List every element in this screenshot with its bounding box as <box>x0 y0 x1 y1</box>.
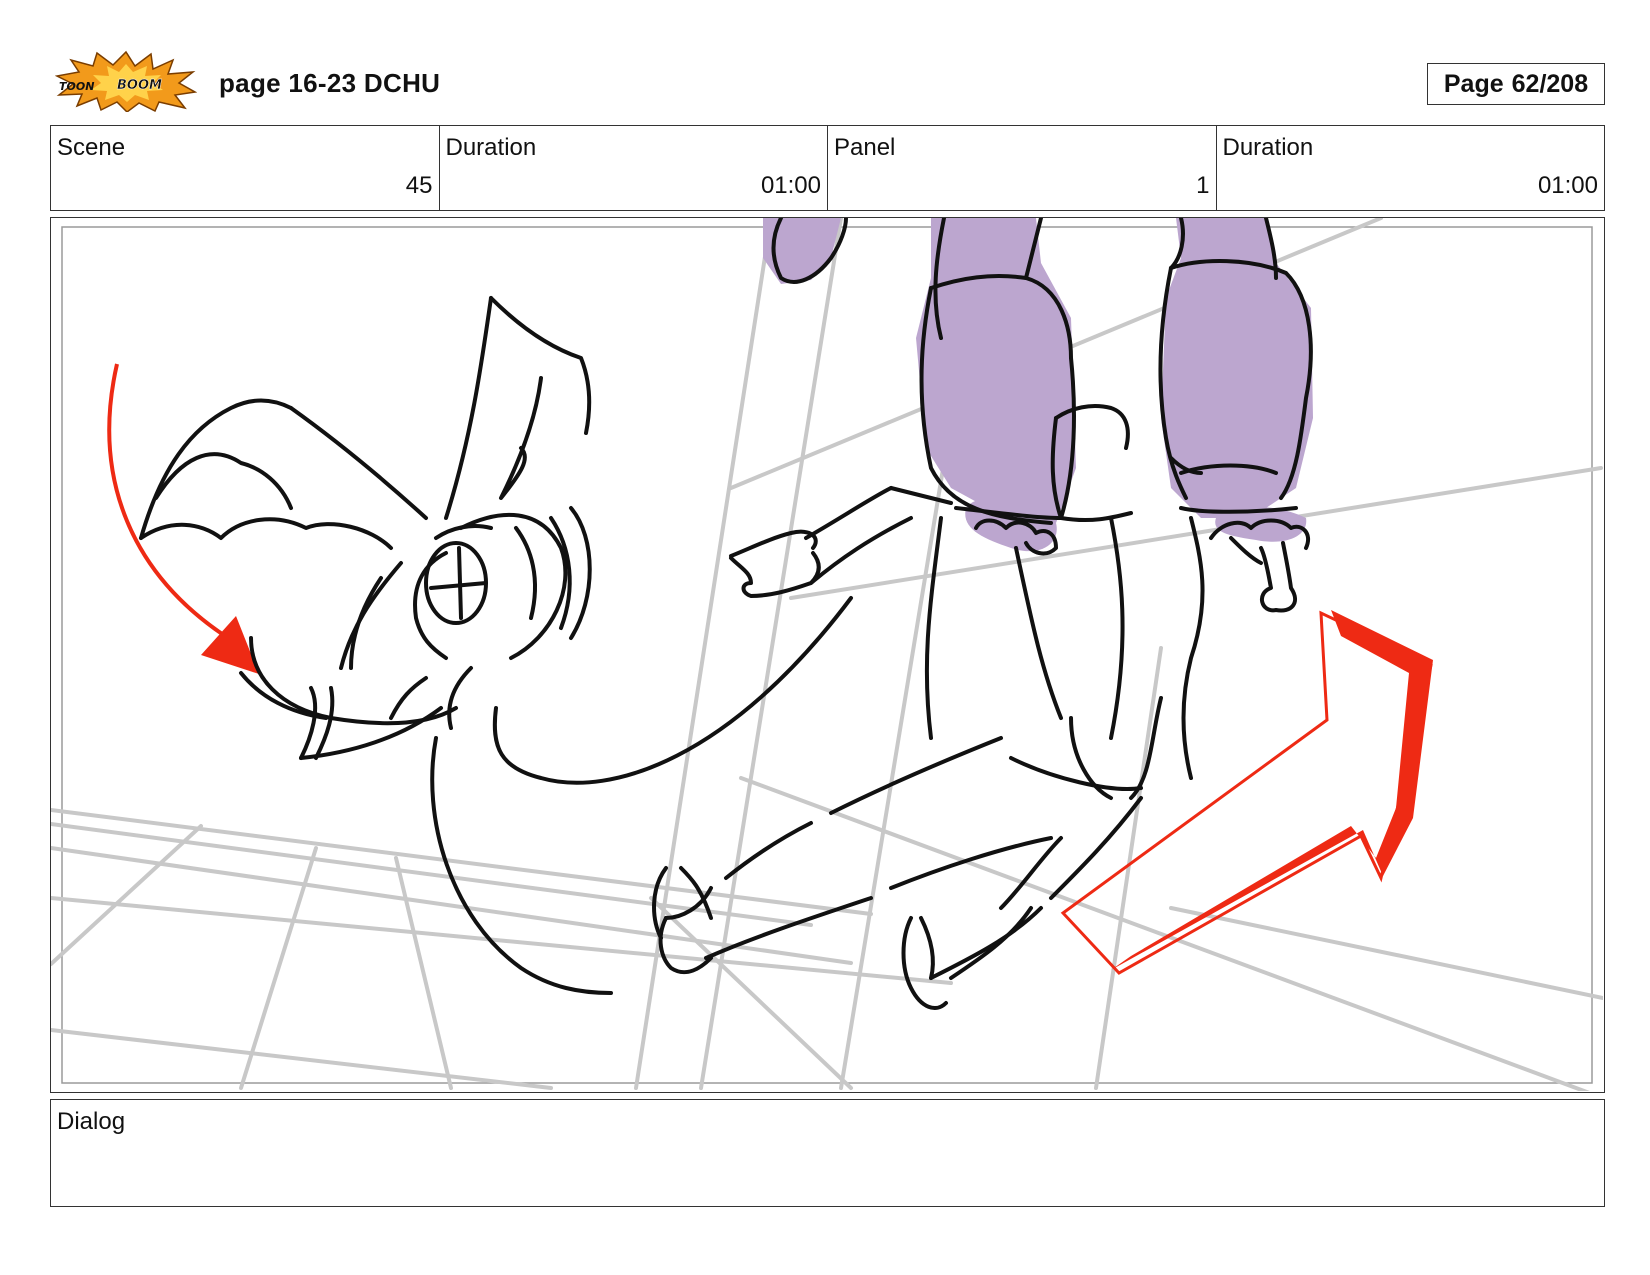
project-title: page 16-23 DCHU <box>219 68 441 98</box>
page-label: Page <box>1443 69 1504 98</box>
scene-duration-cell: Duration 01:00 <box>440 126 828 210</box>
panel-duration-label: Duration <box>1222 134 1314 161</box>
panel-value: 1 <box>1196 172 1210 199</box>
dialog-label: Dialog <box>57 1108 126 1135</box>
scene-duration-value: 01:00 <box>760 172 821 199</box>
panel-label: Panel <box>834 134 896 161</box>
dialog-box: Dialog <box>50 1099 1605 1207</box>
scene-value: 45 <box>405 172 433 199</box>
storyboard-panel <box>50 217 1605 1093</box>
panel-sketch <box>51 218 1603 1091</box>
curved-motion-arrow <box>107 363 238 645</box>
scene-cell: Scene 45 <box>51 126 440 210</box>
perspective-grid <box>51 218 1603 1091</box>
scene-duration-label: Duration <box>445 134 537 161</box>
toonboom-logo: TOON BOOM <box>55 50 197 112</box>
panel-cell: Panel 1 <box>828 126 1217 210</box>
scene-info-table: Scene 45 Duration 01:00 Panel 1 Duration… <box>50 125 1605 211</box>
logo-text-boom: BOOM <box>117 78 162 93</box>
safe-frame <box>61 226 1593 1084</box>
pants-color-fills <box>763 218 1313 552</box>
panel-duration-value: 01:00 <box>1537 172 1598 199</box>
logo-text-toon: TOON <box>59 80 94 93</box>
page-number: 62/208 <box>1511 69 1589 98</box>
character-sketch <box>139 218 1313 1010</box>
scene-label: Scene <box>57 134 126 161</box>
page-counter: Page 62/208 <box>1427 63 1605 105</box>
panel-duration-cell: Duration 01:00 <box>1217 126 1605 210</box>
storyboard-page: TOON BOOM page 16-23 DCHU Page 62/208 Sc… <box>0 0 1650 1275</box>
